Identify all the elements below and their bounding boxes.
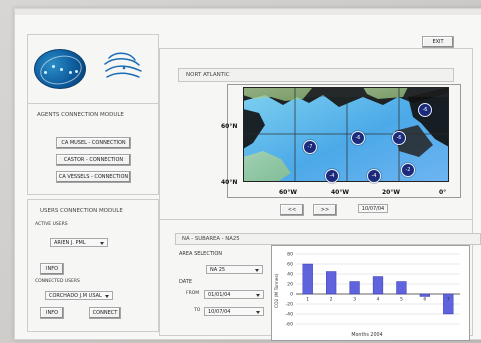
users-connection-module: USERS CONNECTION MODULE ACTIVE USERS ARI… — [27, 199, 159, 332]
value-badge: -4 — [367, 169, 381, 183]
value-badge: -6 — [351, 131, 365, 145]
bar — [419, 293, 430, 297]
y-tick-label: 40 — [287, 272, 293, 278]
bar — [326, 271, 337, 295]
info-button-connected[interactable]: INFO — [40, 307, 64, 319]
agents-module-title: AGENTS CONNECTION MODULE — [37, 112, 124, 118]
y-tick-labels: 80 60 40 20 0 -20 -40 -60 — [285, 252, 293, 328]
co2-bar-chart: 80 60 40 20 0 -20 -40 -60 1 2 3 4 5 6 7 CO2 (M Tonnes… — [271, 245, 470, 341]
next-button[interactable]: >> — [313, 204, 337, 216]
x-tick-label: 6 — [423, 297, 426, 303]
from-date-select[interactable]: 01/01/04 — [204, 290, 264, 299]
connected-users-select[interactable]: CORCHADO J.M USAL — [45, 291, 113, 300]
y-tick-label: -20 — [285, 302, 293, 308]
from-date-value: 01/01/04 — [208, 292, 231, 298]
desktop-backdrop: EXIT AGENTS CONNECTION MODULE CA MUSEL - — [0, 0, 481, 343]
ca-musel-connection-button[interactable]: CA MUSEL - CONNECTION — [56, 137, 131, 149]
y-tick-label: 0 — [290, 292, 293, 298]
subarea-header-bar: NA - SUBAREA - NA25 — [175, 233, 481, 245]
y-axis-label: CO2 (M Tonnes) — [274, 273, 280, 308]
spacecraft-globe-icon — [34, 49, 86, 89]
ca-vessels-connection-button[interactable]: CA VESSELS - CONNECTION — [56, 171, 131, 183]
x-tick-label: 1 — [306, 297, 309, 303]
active-user-selected: ARIEN J. PML — [54, 240, 86, 246]
from-label: FROM — [186, 291, 200, 296]
waves-icon — [104, 52, 142, 78]
connect-button[interactable]: CONNECT — [89, 307, 121, 319]
logo-dot — [60, 68, 63, 71]
region-title: NORT ATLANTIC — [186, 72, 230, 78]
value-badge: -6 — [418, 103, 432, 117]
y-tick-label: 60 — [287, 262, 293, 268]
area-selected: NA 25 — [210, 267, 226, 273]
y-tick-label: 80 — [287, 252, 293, 258]
chevron-down-icon — [255, 269, 259, 272]
exit-button[interactable]: EXIT — [422, 36, 454, 48]
lon-label: 40°W — [331, 189, 349, 196]
ocean-map — [243, 87, 449, 182]
x-tick-labels: 1 2 3 4 5 6 7 — [306, 297, 450, 303]
date-display: 10/07/04 — [358, 204, 388, 213]
active-users-label: ACTIVE USERS — [35, 222, 68, 227]
value-badge: -7 — [303, 140, 317, 154]
x-tick-label: 5 — [400, 297, 403, 303]
to-date-value: 10/07/04 — [208, 309, 231, 315]
x-tick-label: 2 — [330, 297, 333, 303]
window-top-bar — [15, 9, 481, 15]
bar — [396, 281, 407, 295]
y-tick-label: -60 — [285, 322, 293, 328]
chart-bars — [302, 263, 454, 315]
region-title-bar: NORT ATLANTIC — [178, 68, 454, 82]
to-date-select[interactable]: 10/07/04 — [204, 307, 264, 316]
lon-label: 0° — [439, 189, 447, 196]
castor-connection-button[interactable]: CASTOR - CONNECTION — [56, 154, 131, 166]
bar — [372, 276, 384, 295]
agents-connection-module: AGENTS CONNECTION MODULE CA MUSEL - CONN… — [27, 103, 159, 195]
prev-button[interactable]: << — [280, 204, 304, 216]
lat-label: 40°N — [221, 179, 238, 186]
logo-dot — [75, 70, 78, 73]
area-selection-label: AREA SELECTION — [179, 251, 223, 257]
active-users-select[interactable]: ARIEN J. PML — [50, 238, 108, 247]
logo-dot — [52, 65, 55, 68]
connected-user-selected: CORCHADO J.M USAL — [49, 293, 102, 299]
area-select[interactable]: NA 25 — [206, 265, 263, 274]
subarea-header: NA - SUBAREA - NA25 — [182, 236, 240, 242]
y-tick-label: -40 — [285, 312, 293, 318]
connected-users-label: CONNECTED USERS — [35, 279, 80, 284]
chevron-down-icon — [256, 311, 260, 314]
logo-dot — [69, 71, 72, 74]
bar — [302, 263, 313, 295]
chevron-down-icon — [105, 295, 109, 298]
x-tick-label: 3 — [353, 297, 356, 303]
date-text: 10/07/04 — [361, 206, 385, 212]
lon-label: 60°W — [279, 189, 297, 196]
users-module-title: USERS CONNECTION MODULE — [40, 208, 123, 214]
chevron-down-icon — [256, 294, 260, 297]
info-button-active[interactable]: INFO — [40, 263, 64, 275]
chevron-down-icon — [100, 242, 104, 245]
x-axis-label: Months 2004 — [351, 332, 382, 338]
date-label: DATE — [179, 279, 193, 285]
value-badge: -6 — [392, 131, 406, 145]
to-label: TO — [194, 308, 201, 313]
lat-label: 60°N — [221, 123, 238, 130]
value-badge: -4 — [325, 169, 339, 183]
logo-dot — [44, 71, 47, 74]
lon-label: 20°W — [382, 189, 400, 196]
y-tick-label: 20 — [287, 282, 293, 288]
bar — [349, 281, 360, 295]
x-tick-label: 7 — [447, 297, 450, 303]
x-tick-label: 4 — [377, 297, 380, 303]
value-badge: -2 — [401, 163, 415, 177]
application-window: EXIT AGENTS CONNECTION MODULE CA MUSEL - — [14, 8, 481, 341]
